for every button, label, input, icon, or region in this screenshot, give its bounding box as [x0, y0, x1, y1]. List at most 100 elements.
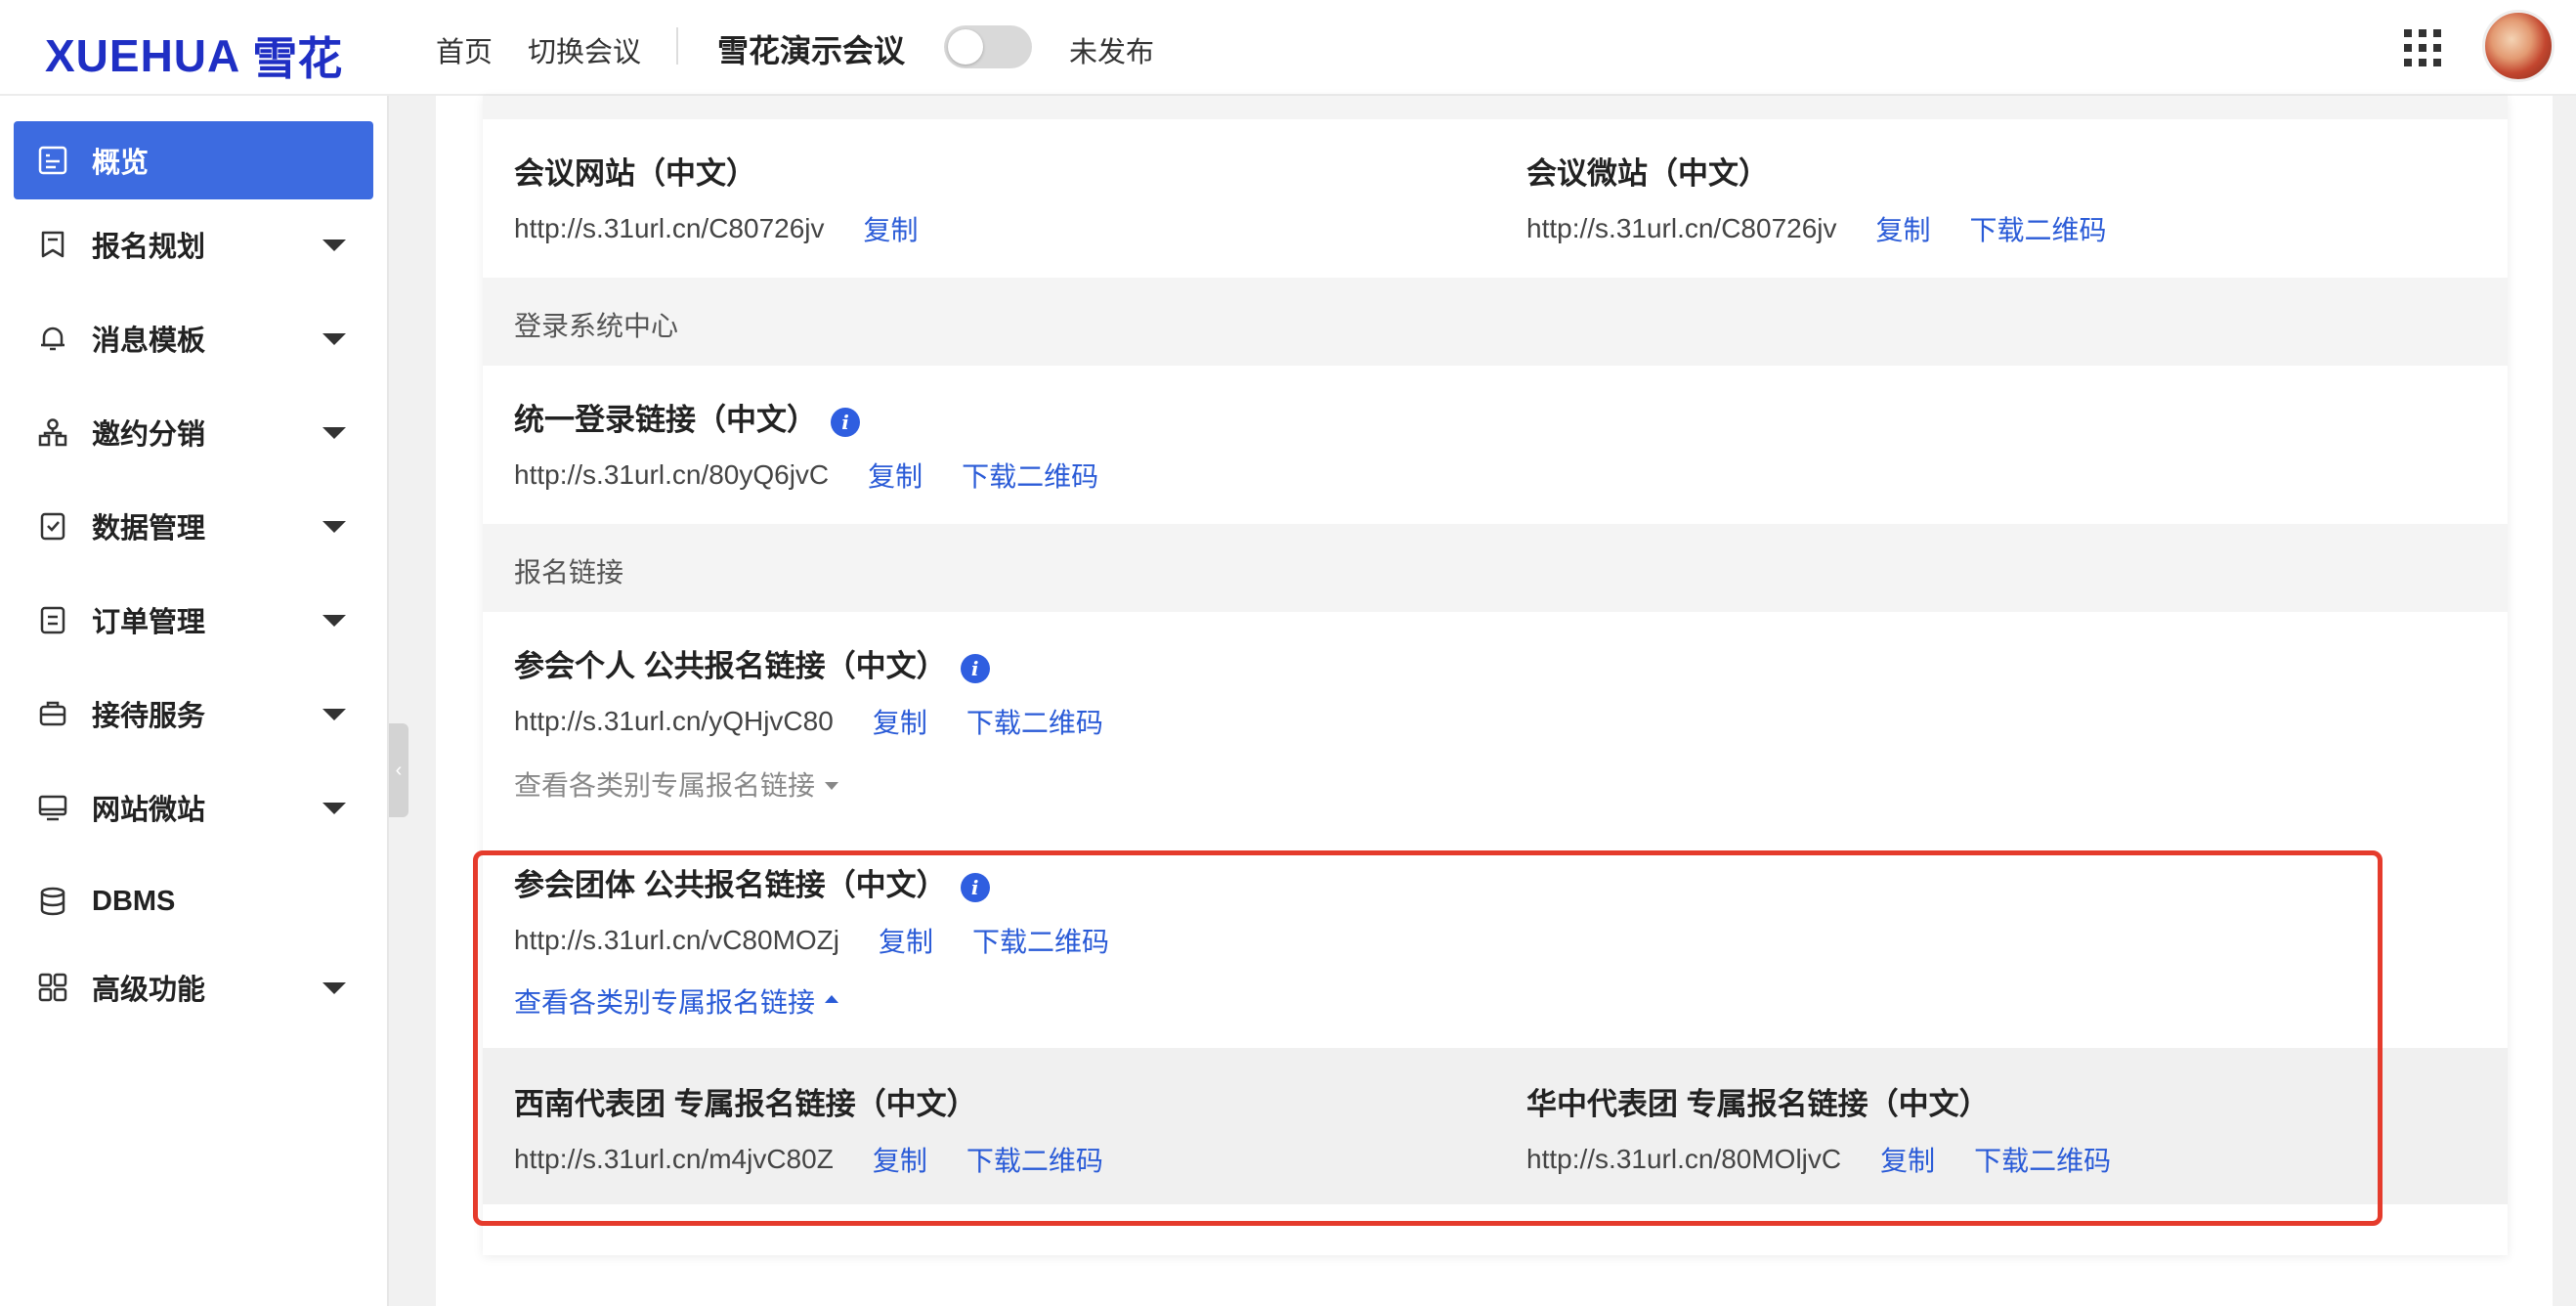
exclusive-copy-button-southwest[interactable]: 复制: [873, 1140, 927, 1179]
login-section-header: 登录系统中心: [483, 278, 2508, 366]
microsite-qrcode-button[interactable]: 下载二维码: [1970, 209, 2107, 248]
chevron-down-icon: [322, 982, 346, 994]
microsite-url: http://s.31url.cn/C80726jv: [1526, 213, 1837, 243]
sidebar-item-dbms[interactable]: DBMS: [14, 862, 373, 940]
caret-down-icon: [825, 782, 839, 790]
exclusive-link-title-central: 华中代表团 专属报名链接（中文）: [1526, 1087, 1990, 1121]
group-link-title: 参会团体 公共报名链接（中文） i: [514, 860, 990, 904]
exclusive-url-southwest: http://s.31url.cn/m4jvC80Z: [514, 1144, 834, 1174]
nav-switch-conference-link[interactable]: 切换会议: [528, 29, 641, 70]
individual-qrcode-button[interactable]: 下载二维码: [966, 702, 1103, 741]
chevron-down-icon: [322, 427, 346, 439]
exclusive-copy-button-central[interactable]: 复制: [1880, 1140, 1935, 1179]
chevron-down-icon: [322, 333, 346, 345]
group-copy-button[interactable]: 复制: [879, 921, 933, 960]
exclusive-links-panel: [483, 1048, 2508, 1204]
exclusive-link-title-southwest: 西南代表团 专属报名链接（中文）: [514, 1087, 977, 1121]
sidebar-item-data-management[interactable]: 数据管理: [14, 487, 373, 565]
app-grid-icon[interactable]: [2404, 29, 2441, 66]
website-title: 会议网站（中文）: [514, 156, 756, 191]
microsite-copy-button[interactable]: 复制: [1876, 209, 1931, 248]
website-link-row: http://s.31url.cn/C80726jv 复制: [514, 209, 919, 248]
chevron-down-icon: [322, 803, 346, 814]
publish-toggle[interactable]: [944, 25, 1032, 68]
publish-status-text: 未发布: [1069, 37, 1155, 68]
individual-link-title-text: 参会个人 公共报名链接（中文）: [514, 649, 947, 683]
microsite-link-row: http://s.31url.cn/C80726jv 复制 下载二维码: [1526, 209, 2107, 248]
exclusive-qrcode-button-central[interactable]: 下载二维码: [1974, 1140, 2111, 1179]
conference-title: 雪花演示会议: [717, 33, 906, 68]
logo-text-cn: 雪花: [252, 32, 343, 85]
share-network-icon: [37, 416, 68, 448]
document-icon: [37, 604, 68, 635]
info-icon[interactable]: i: [960, 872, 990, 902]
sidebar-item-label: 接待服务: [92, 701, 206, 732]
sidebar-item-label: 网站微站: [92, 795, 206, 826]
nav-home-link[interactable]: 首页: [436, 29, 493, 70]
microsite-title: 会议微站（中文）: [1526, 156, 1769, 191]
group-url: http://s.31url.cn/vC80MOZj: [514, 925, 840, 955]
login-section-title: 登录系统中心: [514, 311, 679, 341]
user-avatar[interactable]: [2482, 10, 2555, 82]
sidebar-item-label: 报名规划: [92, 232, 206, 263]
grid-icon: [37, 972, 68, 1003]
sidebar-item-advanced-features[interactable]: 高级功能: [14, 948, 373, 1026]
login-qrcode-button[interactable]: 下载二维码: [962, 456, 1098, 495]
sidebar-item-reception-service[interactable]: 接待服务: [14, 675, 373, 753]
sidebar-item-label: 消息模板: [92, 326, 206, 357]
bookmark-icon: [37, 229, 68, 260]
info-icon[interactable]: i: [831, 407, 860, 437]
top-bar: XUEHUA 雪花 首页 切换会议 雪花演示会议 未发布: [0, 0, 2576, 96]
sidebar-item-registration-plan[interactable]: 报名规划: [14, 205, 373, 283]
checklist-icon: [37, 510, 68, 542]
database-icon: [37, 886, 68, 917]
sidebar: 概览 报名规划 消息模板 邀约分销 数据管理 订单管理 接待服务 网站微站 DB…: [0, 96, 389, 1306]
individual-copy-button[interactable]: 复制: [873, 702, 927, 741]
group-link-row: http://s.31url.cn/vC80MOZj 复制 下载二维码: [514, 921, 1109, 960]
sidebar-item-label: 高级功能: [92, 975, 206, 1006]
info-icon[interactable]: i: [960, 653, 990, 683]
login-link-title-text: 统一登录链接（中文）: [514, 403, 817, 437]
exclusive-url-central: http://s.31url.cn/80MOljvC: [1526, 1144, 1842, 1174]
sidebar-item-website-microsite[interactable]: 网站微站: [14, 768, 373, 847]
exclusive-link-row-central: http://s.31url.cn/80MOljvC 复制 下载二维码: [1526, 1140, 2111, 1179]
individual-expand-label: 查看各类别专属报名链接: [514, 770, 816, 801]
sidebar-item-label: 数据管理: [92, 513, 206, 544]
monitor-icon: [37, 792, 68, 823]
sidebar-item-overview[interactable]: 概览: [14, 121, 373, 199]
group-collapse-toggle[interactable]: 查看各类别专属报名链接: [514, 981, 839, 1021]
sidebar-collapse-handle[interactable]: ‹: [389, 723, 408, 817]
toggle-knob: [948, 29, 983, 65]
chevron-down-icon: [322, 709, 346, 720]
sidebar-item-label: 概览: [92, 148, 150, 179]
login-link-row: http://s.31url.cn/80yQ6jvC 复制 下载二维码: [514, 456, 1098, 495]
exclusive-qrcode-button-southwest[interactable]: 下载二维码: [966, 1140, 1103, 1179]
brand-logo[interactable]: XUEHUA 雪花: [45, 23, 342, 88]
login-link-title: 统一登录链接（中文） i: [514, 395, 860, 439]
login-copy-button[interactable]: 复制: [868, 456, 923, 495]
sidebar-item-invitation-distribution[interactable]: 邀约分销: [14, 393, 373, 471]
group-collapse-label: 查看各类别专属报名链接: [514, 987, 816, 1018]
chevron-down-icon: [322, 521, 346, 533]
sidebar-item-message-templates[interactable]: 消息模板: [14, 299, 373, 377]
nav-divider: [676, 27, 678, 65]
suitcase-icon: [37, 698, 68, 729]
sidebar-item-label: DBMS: [92, 885, 176, 917]
chevron-down-icon: [322, 239, 346, 251]
overview-icon: [37, 145, 68, 176]
individual-link-row: http://s.31url.cn/yQHjvC80 复制 下载二维码: [514, 702, 1103, 741]
sidebar-item-label: 订单管理: [92, 607, 206, 638]
website-url: http://s.31url.cn/C80726jv: [514, 213, 825, 243]
section-bar-top: [483, 96, 2508, 119]
group-link-title-text: 参会团体 公共报名链接（中文）: [514, 868, 947, 902]
caret-up-icon: [825, 995, 839, 1003]
exclusive-link-row-southwest: http://s.31url.cn/m4jvC80Z 复制 下载二维码: [514, 1140, 1103, 1179]
individual-link-title: 参会个人 公共报名链接（中文） i: [514, 641, 990, 685]
individual-expand-toggle[interactable]: 查看各类别专属报名链接: [514, 764, 839, 804]
chevron-left-icon: ‹: [395, 759, 403, 781]
group-qrcode-button[interactable]: 下载二维码: [972, 921, 1109, 960]
registration-section-title: 报名链接: [514, 557, 624, 588]
website-copy-button[interactable]: 复制: [864, 209, 919, 248]
registration-section-header: 报名链接: [483, 524, 2508, 612]
sidebar-item-order-management[interactable]: 订单管理: [14, 581, 373, 659]
